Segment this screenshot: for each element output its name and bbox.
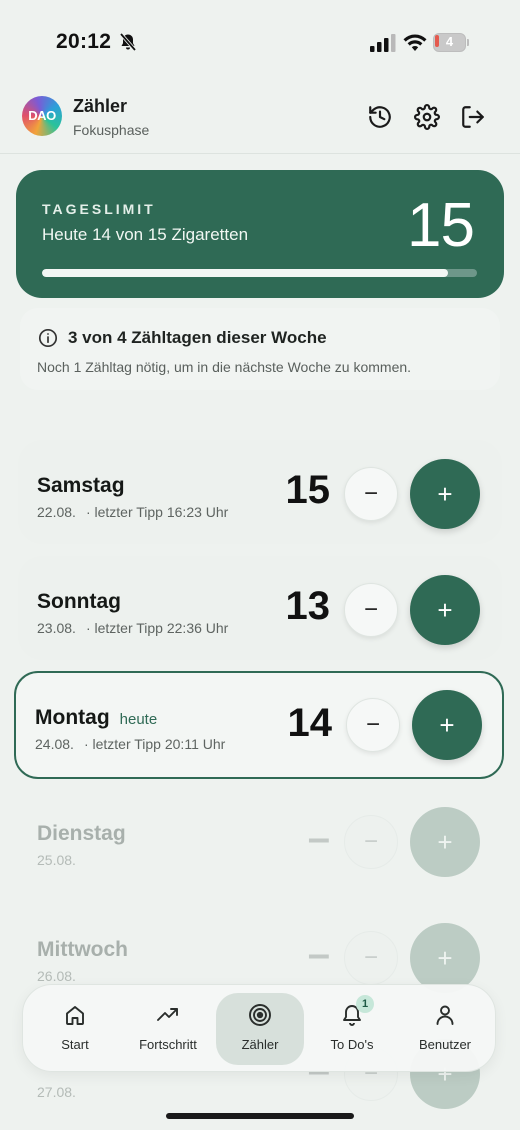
history-icon[interactable] [367, 104, 393, 130]
battery-icon: 4 [433, 33, 469, 52]
nav-item-start[interactable]: Start [31, 993, 119, 1065]
day-date: 23.08. [37, 620, 76, 636]
home-icon [66, 1006, 84, 1025]
target-icon [249, 1004, 271, 1026]
day-row-montag-today: Montag heute 24.08. · letzter Tipp 20:11 U… [14, 671, 504, 779]
day-count: – [307, 816, 330, 860]
day-row-dienstag: Dienstag 25.08. – − + [18, 788, 502, 892]
nav-label: Benutzer [418, 1037, 472, 1052]
page-title: Zähler [73, 96, 128, 116]
day-meta: 22.08. · letzter Tipp 16:23 Uhr [37, 504, 228, 520]
increment-button[interactable]: + [410, 575, 480, 645]
settings-gear-icon[interactable] [414, 104, 440, 130]
decrement-button[interactable]: − [344, 467, 398, 521]
day-last-tap: · letzter Tipp 16:23 Uhr [85, 504, 229, 520]
increment-button[interactable]: + [412, 690, 482, 760]
plus-icon: + [437, 826, 453, 857]
day-row-sonntag: Sonntag 23.08. · letzter Tipp 22:36 Uhr 1… [18, 556, 502, 660]
logout-icon[interactable] [460, 104, 486, 130]
daily-limit-card: TAGESLIMIT Heute 14 von 15 Zigaretten 15 [16, 170, 504, 298]
minus-icon: − [363, 480, 378, 507]
signal-icon [370, 34, 396, 52]
nav-label: Start [61, 1037, 89, 1052]
minus-icon: − [363, 828, 378, 855]
day-count: – [307, 932, 330, 976]
increment-button[interactable]: + [410, 459, 480, 529]
nav-item-fortschritt[interactable]: Fortschritt [124, 993, 212, 1065]
limit-number: 15 [407, 191, 475, 260]
logo-text: DAO [28, 108, 56, 123]
day-meta: 25.08. [37, 852, 76, 868]
day-count: 15 [285, 468, 331, 512]
app-logo: DAO [22, 96, 62, 136]
day-last-tap: · letzter Tipp 20:11 Uhr [83, 736, 226, 752]
week-info-box: 3 von 4 Zähltagen dieser Woche Noch 1 Zä… [20, 308, 500, 390]
day-meta: 23.08. · letzter Tipp 22:36 Uhr [37, 620, 228, 636]
minus-icon: − [363, 596, 378, 623]
notification-badge: 1 [356, 995, 374, 1013]
day-count: 13 [285, 584, 331, 628]
status-time: 20:12 [56, 30, 112, 53]
day-meta: 26.08. [37, 968, 76, 984]
day-name: Montag heute [35, 706, 157, 730]
nav-item-todos[interactable]: 1 To Do's [308, 993, 396, 1065]
day-meta: 24.08. · letzter Tipp 20:11 Uhr [35, 736, 225, 752]
day-date: 26.08. [37, 968, 76, 984]
bell-off-icon [119, 32, 137, 52]
day-last-tap: · letzter Tipp 22:36 Uhr [85, 620, 229, 636]
trending-up-icon [157, 1008, 178, 1021]
plus-icon: + [437, 478, 453, 509]
day-name: Dienstag [37, 822, 126, 845]
decrement-button[interactable]: − [346, 698, 400, 752]
day-date: 27.08. [37, 1084, 76, 1100]
nav-label: Zähler [241, 1037, 279, 1052]
decrement-button[interactable]: − [344, 583, 398, 637]
home-indicator [166, 1113, 354, 1119]
nav-item-benutzer[interactable]: Benutzer [401, 993, 489, 1065]
day-name: Mittwoch [37, 938, 128, 961]
limit-progress-fill [42, 269, 448, 277]
plus-icon: + [439, 709, 455, 740]
wifi-icon [403, 34, 427, 51]
day-name: Samstag [37, 474, 125, 497]
limit-progress-bar [42, 269, 477, 277]
plus-icon: + [437, 942, 453, 973]
nav-label: To Do's [330, 1037, 374, 1052]
page-subtitle: Fokusphase [73, 122, 150, 138]
increment-button-disabled: + [410, 923, 480, 993]
day-count: 14 [287, 701, 333, 745]
decrement-button-disabled: − [344, 931, 398, 985]
increment-button-disabled: + [410, 807, 480, 877]
plus-icon: + [437, 594, 453, 625]
limit-label: TAGESLIMIT [42, 201, 156, 217]
day-meta: 27.08. [37, 1084, 76, 1100]
bottom-navigation: Start Fortschritt Zähler 1 To Do's Benut… [22, 984, 496, 1072]
decrement-button-disabled: − [344, 815, 398, 869]
limit-text: Heute 14 von 15 Zigaretten [42, 225, 249, 244]
day-date: 24.08. [35, 736, 74, 752]
minus-icon: − [365, 711, 380, 738]
battery-level: 4 [445, 34, 454, 49]
day-name: Sonntag [37, 590, 121, 613]
app-header: DAO Zähler Fokusphase [0, 88, 520, 154]
day-row-samstag: Samstag 22.08. · letzter Tipp 16:23 Uhr 1… [18, 440, 502, 544]
info-icon [38, 328, 58, 348]
nav-item-zaehler-active[interactable]: Zähler [216, 993, 304, 1065]
day-name-text: Montag [35, 706, 110, 729]
info-title: 3 von 4 Zähltagen dieser Woche [68, 328, 327, 347]
day-date: 25.08. [37, 852, 76, 868]
day-date: 22.08. [37, 504, 76, 520]
nav-label: Fortschritt [139, 1037, 197, 1052]
user-icon [436, 1005, 454, 1025]
info-text: Noch 1 Zähltag nötig, um in die nächste … [37, 359, 412, 375]
status-bar: 20:12 4 [0, 0, 520, 80]
minus-icon: − [363, 944, 378, 971]
today-tag: heute [119, 711, 158, 728]
